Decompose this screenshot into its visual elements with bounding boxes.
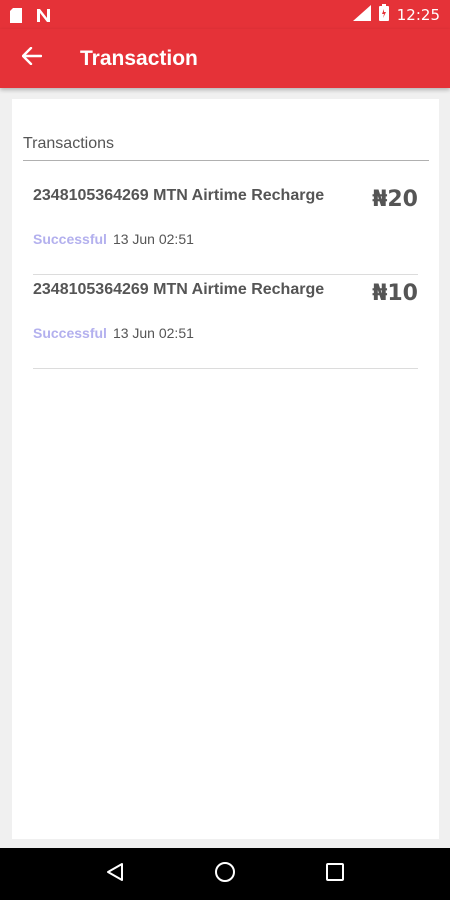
status-right: 12:25 [352, 4, 440, 25]
nav-home-button[interactable] [201, 850, 249, 898]
transaction-date: 13 Jun 02:51 [112, 231, 194, 247]
transactions-card: Transactions 2348105364269 MTN Airtime R… [12, 99, 439, 839]
nav-recents-button[interactable] [311, 850, 359, 898]
transaction-meta: Successful 13 Jun 02:51 [33, 231, 194, 247]
notification-n-icon [36, 8, 50, 22]
transaction-status: Successful [33, 231, 107, 247]
transaction-title: 2348105364269 MTN Airtime Recharge [33, 281, 325, 298]
section-header: Transactions [23, 135, 429, 161]
back-button[interactable] [0, 29, 64, 88]
transaction-amount: ₦10 [372, 281, 418, 306]
transaction-item[interactable]: 2348105364269 MTN Airtime Recharge ₦20 S… [33, 181, 418, 275]
arrow-left-icon [21, 46, 43, 70]
transaction-status: Successful [33, 325, 107, 341]
signal-icon [352, 4, 371, 25]
transaction-date: 13 Jun 02:51 [112, 325, 194, 341]
transaction-item[interactable]: 2348105364269 MTN Airtime Recharge ₦10 S… [33, 275, 418, 369]
status-bar: 12:25 [0, 0, 450, 29]
battery-icon [378, 4, 389, 25]
recents-square-icon [326, 862, 344, 886]
back-triangle-icon [106, 862, 124, 887]
transaction-meta: Successful 13 Jun 02:51 [33, 325, 194, 341]
home-circle-icon [214, 861, 236, 888]
transaction-title: 2348105364269 MTN Airtime Recharge [33, 187, 325, 204]
sim-card-icon [10, 7, 24, 23]
nav-back-button[interactable] [91, 850, 139, 898]
app-bar: Transaction [0, 29, 450, 88]
clock-time: 12:25 [396, 5, 440, 24]
transaction-list: 2348105364269 MTN Airtime Recharge ₦20 S… [33, 181, 418, 369]
transaction-amount: ₦20 [372, 187, 418, 212]
system-nav-bar [0, 848, 450, 900]
status-left [10, 7, 50, 23]
page-title: Transaction [80, 46, 198, 70]
